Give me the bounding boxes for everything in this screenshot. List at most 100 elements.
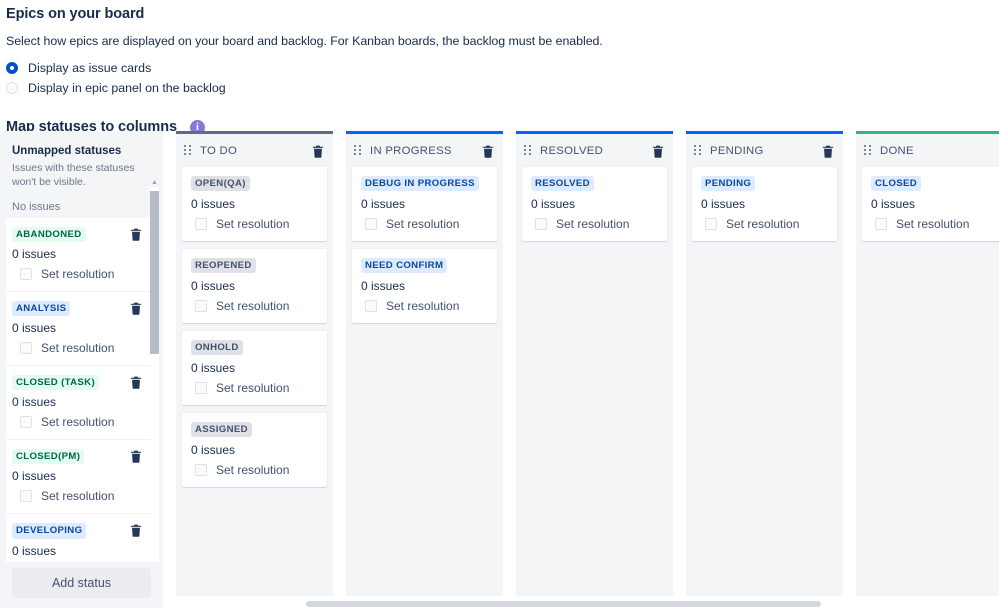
set-resolution-row[interactable]: Set resolution <box>361 217 488 231</box>
set-resolution-checkbox[interactable] <box>20 490 32 503</box>
radio-button-0[interactable] <box>6 61 18 74</box>
column-status-card[interactable]: DEBUG IN PROGRESS 0 issues Set resolution <box>352 167 497 242</box>
trash-icon[interactable] <box>312 145 324 158</box>
column-status-card[interactable]: REOPENED 0 issues Set resolution <box>182 249 327 324</box>
column-status-card[interactable]: ONHOLD 0 issues Set resolution <box>182 331 327 406</box>
status-badge: ABANDONED <box>12 227 86 243</box>
set-resolution-row[interactable]: Set resolution <box>361 299 488 313</box>
column-title: PENDING <box>710 144 764 157</box>
set-resolution-row[interactable]: Set resolution <box>12 341 142 355</box>
status-badge: ONHOLD <box>191 340 243 356</box>
board-column[interactable]: TO DO OPEN(QA) 0 issues Set resolution REOPE… <box>176 131 333 596</box>
unmapped-status-card[interactable]: DEVELOPING0 issuesSet resolution <box>6 514 152 562</box>
set-resolution-checkbox[interactable] <box>195 218 207 231</box>
add-status-button[interactable]: Add status <box>12 568 151 598</box>
set-resolution-label: Set resolution <box>216 299 290 314</box>
trash-icon[interactable] <box>130 228 142 242</box>
column-status-card[interactable]: OPEN(QA) 0 issues Set resolution <box>182 167 327 242</box>
status-card-header: REOPENED <box>191 258 318 274</box>
status-card-header: CLOSED <box>871 176 998 192</box>
trash-icon[interactable] <box>130 302 142 316</box>
column-status-card[interactable]: ASSIGNED 0 issues Set resolution <box>182 413 327 488</box>
set-resolution-checkbox[interactable] <box>195 464 207 477</box>
issue-count-label: 0 issues <box>191 279 236 294</box>
column-status-card[interactable]: CLOSED 0 issues Set resolution <box>862 167 999 242</box>
board-column[interactable]: PENDING PENDING 0 issues Set resolution <box>686 131 843 596</box>
unmapped-status-card[interactable]: ANALYSIS 0 issues Set resolution <box>6 292 152 367</box>
status-card-header: CLOSED (TASK) <box>12 375 142 391</box>
unmapped-title: Unmapped statuses <box>12 145 122 157</box>
trash-icon[interactable] <box>652 145 664 158</box>
set-resolution-checkbox[interactable] <box>20 416 32 429</box>
set-resolution-checkbox[interactable] <box>705 218 717 231</box>
issue-count-label: 0 issues <box>701 197 746 212</box>
set-resolution-row[interactable]: Set resolution <box>191 217 318 231</box>
scrollbar-thumb-horizontal[interactable] <box>306 601 821 607</box>
column-header[interactable]: TO DO <box>176 134 333 167</box>
column-header[interactable]: PENDING <box>686 134 843 167</box>
board-column[interactable]: DONE CLOSED 0 issues Set resolution <box>856 131 999 596</box>
column-body: CLOSED 0 issues Set resolution <box>856 167 999 596</box>
board-column[interactable]: RESOLVED RESOLVED 0 issues Set resolution <box>516 131 673 596</box>
set-resolution-row[interactable]: Set resolution <box>191 463 318 477</box>
trash-icon[interactable] <box>482 145 494 158</box>
unmapped-status-card[interactable]: CLOSED (TASK) 0 issues Set resolution <box>6 366 152 441</box>
column-header[interactable]: RESOLVED <box>516 134 673 167</box>
drag-handle-icon[interactable] <box>184 145 191 156</box>
radio-label-1: Display in epic panel on the backlog <box>28 80 226 95</box>
drag-handle-icon[interactable] <box>694 145 701 156</box>
epics-display-option-0[interactable]: Display as issue cards <box>6 59 999 76</box>
drag-handle-icon[interactable] <box>864 145 871 156</box>
status-badge: CLOSED (TASK) <box>12 375 99 391</box>
issue-count-label: 0 issues <box>361 197 406 212</box>
set-resolution-row[interactable]: Set resolution <box>12 415 142 429</box>
set-resolution-checkbox[interactable] <box>875 218 887 231</box>
trash-icon[interactable] <box>130 524 142 538</box>
status-badge: ANALYSIS <box>12 301 71 317</box>
set-resolution-checkbox[interactable] <box>20 268 32 281</box>
trash-icon[interactable] <box>130 450 142 464</box>
epics-description: Select how epics are displayed on your b… <box>6 34 603 48</box>
status-card-header: DEVELOPING <box>12 523 142 539</box>
column-body: PENDING 0 issues Set resolution <box>686 167 843 596</box>
set-resolution-row[interactable]: Set resolution <box>701 217 828 231</box>
unmapped-status-card[interactable]: ABANDONED 0 issues Set resolution <box>6 218 152 293</box>
set-resolution-checkbox[interactable] <box>535 218 547 231</box>
status-card-header: ANALYSIS <box>12 301 142 317</box>
board-horizontal-scrollbar[interactable] <box>306 600 999 608</box>
column-title: IN PROGRESS <box>370 144 452 157</box>
trash-icon[interactable] <box>822 145 834 158</box>
drag-handle-icon[interactable] <box>524 145 531 156</box>
set-resolution-label: Set resolution <box>556 217 630 232</box>
unmapped-vertical-scrollbar[interactable]: ▲ <box>150 179 159 562</box>
column-header[interactable]: IN PROGRESS <box>346 134 503 167</box>
set-resolution-checkbox[interactable] <box>195 382 207 395</box>
set-resolution-checkbox[interactable] <box>20 342 32 355</box>
epics-display-option-1[interactable]: Display in epic panel on the backlog <box>6 79 999 96</box>
unmapped-scroll-region: ABANDONED 0 issues Set resolution ANALYSIS 0… <box>0 218 152 562</box>
set-resolution-row[interactable]: Set resolution <box>191 299 318 313</box>
set-resolution-row[interactable]: Set resolution <box>12 267 142 281</box>
set-resolution-row[interactable]: Set resolution <box>531 217 658 231</box>
set-resolution-checkbox[interactable] <box>365 218 377 231</box>
scroll-up-arrow-icon[interactable]: ▲ <box>150 178 159 187</box>
scrollbar-thumb[interactable] <box>150 191 159 354</box>
column-status-card[interactable]: RESOLVED 0 issues Set resolution <box>522 167 667 242</box>
radio-button-1[interactable] <box>6 81 18 94</box>
set-resolution-checkbox[interactable] <box>195 300 207 313</box>
set-resolution-checkbox[interactable] <box>365 300 377 313</box>
set-resolution-row[interactable]: Set resolution <box>191 381 318 395</box>
column-status-card[interactable]: PENDING 0 issues Set resolution <box>692 167 837 242</box>
column-header[interactable]: DONE <box>856 134 999 167</box>
set-resolution-row[interactable]: Set resolution <box>871 217 998 231</box>
unmapped-status-card[interactable]: CLOSED(PM) 0 issues Set resolution <box>6 440 152 515</box>
unmapped-subtitle: Issues with these statuses won't be visi… <box>12 162 135 189</box>
status-badge: ASSIGNED <box>191 422 252 438</box>
column-body: OPEN(QA) 0 issues Set resolution REOPENED 0 … <box>176 167 333 596</box>
unmapped-status-list: ABANDONED 0 issues Set resolution ANALYSIS 0… <box>0 218 152 562</box>
drag-handle-icon[interactable] <box>354 145 361 156</box>
board-column[interactable]: IN PROGRESS DEBUG IN PROGRESS 0 issues Set … <box>346 131 503 596</box>
column-status-card[interactable]: NEED CONFIRM 0 issues Set resolution <box>352 249 497 324</box>
set-resolution-row[interactable]: Set resolution <box>12 489 142 503</box>
trash-icon[interactable] <box>130 376 142 390</box>
